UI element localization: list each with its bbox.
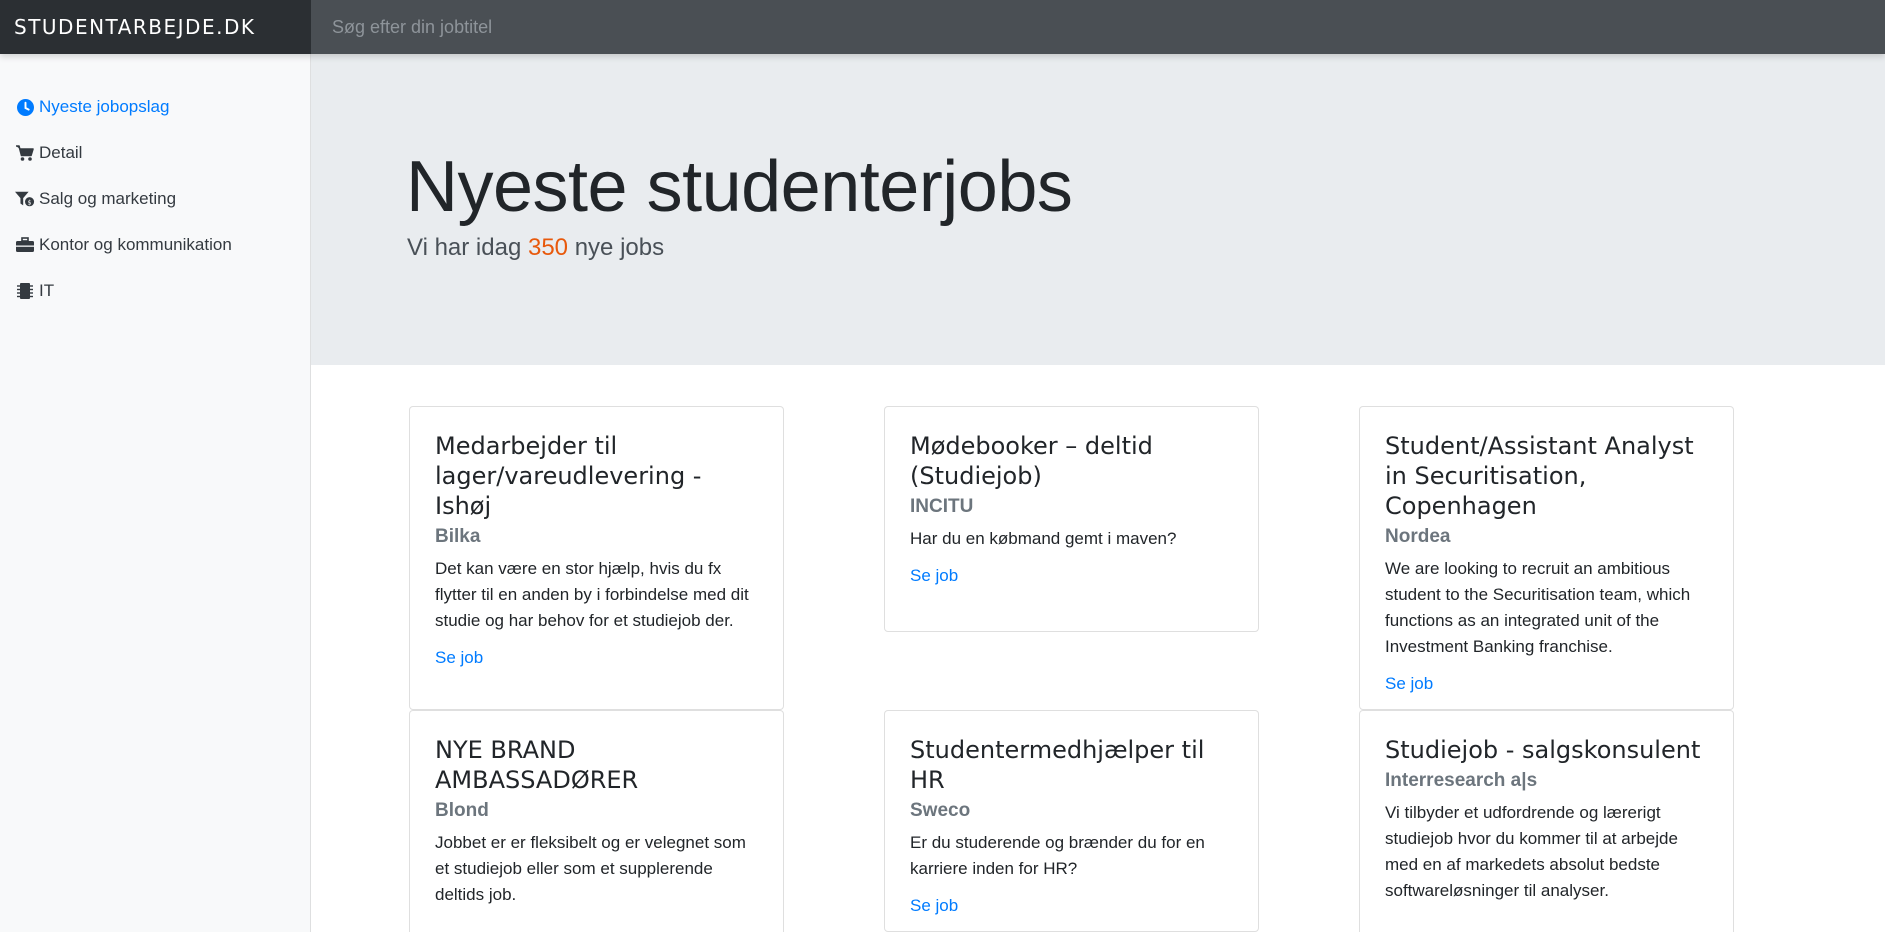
- job-title[interactable]: Studiejob - salgskonsulent: [1385, 735, 1708, 765]
- funnel-dollar-icon: $: [15, 189, 35, 209]
- job-title[interactable]: Studentermedhjælper til HR: [910, 735, 1233, 795]
- clock-icon: [15, 97, 35, 117]
- jumbotron: Nyeste studenterjobs Vi har idag 350 nye…: [311, 54, 1885, 365]
- cart-icon: [15, 143, 35, 163]
- job-title[interactable]: Medarbejder til lager/vareudlevering - I…: [435, 431, 758, 521]
- job-count-lead: Vi har idag 350 nye jobs: [407, 234, 664, 262]
- job-card: Studiejob - salgskonsulent Interresearch…: [1359, 710, 1734, 932]
- sidebar-item-label: Nyeste jobopslag: [39, 97, 170, 116]
- sidebar-item-label: IT: [39, 281, 55, 300]
- job-description: Jobbet er er fleksibelt og er velegnet s…: [435, 833, 746, 904]
- top-navbar: STUDENTARBEJDE.DK: [0, 0, 1885, 54]
- job-card: Student/Assistant Analyst in Securitisat…: [1359, 406, 1734, 710]
- job-title[interactable]: Student/Assistant Analyst in Securitisat…: [1385, 431, 1708, 521]
- job-company: INCITU: [910, 496, 974, 517]
- sidebar-item-salg[interactable]: $ Salg og marketing: [0, 176, 311, 222]
- job-description: Vi tilbyder et udfordrende og lærerigt s…: [1385, 803, 1678, 900]
- briefcase-icon: [15, 235, 35, 255]
- sidebar-item-detail[interactable]: Detail: [0, 130, 311, 176]
- job-company: Nordea: [1385, 526, 1451, 547]
- sidebar-item-label: Detail: [39, 143, 83, 162]
- job-company: Bilka: [435, 526, 481, 547]
- lead-suffix: nye jobs: [574, 234, 665, 261]
- job-company: Interresearch a|s: [1385, 770, 1538, 791]
- brand-logo[interactable]: STUDENTARBEJDE.DK: [0, 0, 311, 54]
- job-title[interactable]: Mødebooker – deltid (Studiejob): [910, 431, 1233, 491]
- sidebar-item-label: Salg og marketing: [39, 189, 177, 208]
- svg-text:$: $: [28, 199, 32, 206]
- sidebar-item-nyeste[interactable]: Nyeste jobopslag: [0, 84, 311, 130]
- job-count: 350: [527, 234, 569, 261]
- sidebar-item-it[interactable]: IT: [0, 268, 311, 314]
- job-description: We are looking to recruit an ambitious s…: [1385, 559, 1691, 656]
- page-title: Nyeste studenterjobs: [406, 147, 1073, 227]
- sidebar-item-label: Kontor og kommunikation: [39, 235, 232, 254]
- job-description: Er du studerende og brænder du for en ka…: [910, 833, 1205, 878]
- lead-prefix: Vi har idag: [407, 234, 522, 261]
- job-card: Medarbejder til lager/vareudlevering - I…: [409, 406, 784, 710]
- sidebar-item-kontor[interactable]: Kontor og kommunikation: [0, 222, 311, 268]
- job-title[interactable]: NYE BRAND AMBASSADØRER: [435, 735, 758, 795]
- sidebar: Nyeste jobopslag Detail $ Salg og market…: [0, 54, 311, 932]
- microchip-icon: [15, 281, 35, 301]
- se-job-link[interactable]: Se job: [910, 566, 958, 586]
- job-company: Blond: [435, 800, 489, 821]
- se-job-link[interactable]: Se job: [435, 648, 483, 668]
- job-card: Mødebooker – deltid (Studiejob) INCITU H…: [884, 406, 1259, 632]
- job-description: Har du en købmand gemt i maven?: [910, 529, 1177, 548]
- job-company: Sweco: [910, 800, 971, 821]
- job-card: NYE BRAND AMBASSADØRER Blond Jobbet er e…: [409, 710, 784, 932]
- se-job-link[interactable]: Se job: [1385, 674, 1433, 694]
- search-input[interactable]: [311, 0, 1885, 54]
- job-description: Det kan være en stor hjælp, hvis du fx f…: [435, 559, 749, 630]
- job-card: Studentermedhjælper til HR Sweco Er du s…: [884, 710, 1259, 932]
- se-job-link[interactable]: Se job: [910, 896, 958, 916]
